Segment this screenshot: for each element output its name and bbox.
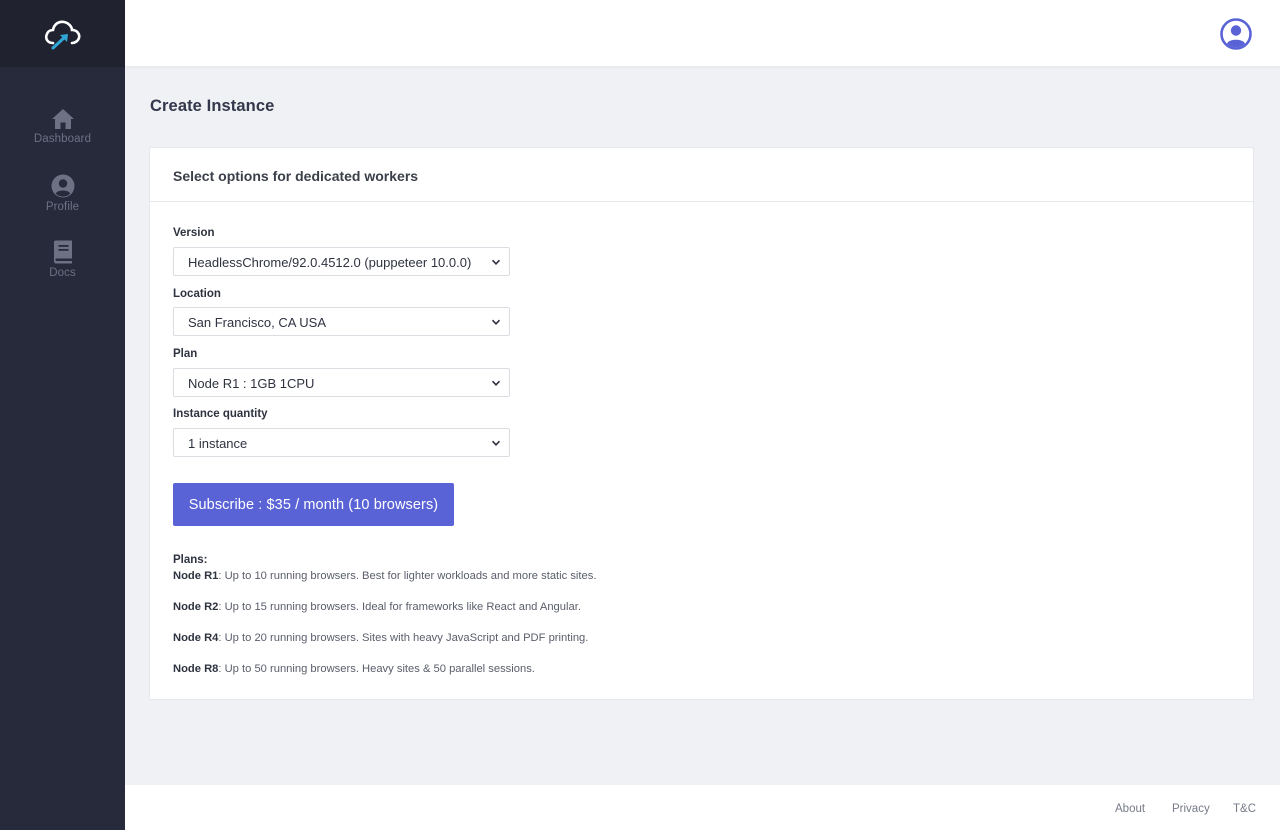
card-header: Select options for dedicated workers xyxy=(150,148,1253,202)
sidebar: Dashboard Profile Docs xyxy=(0,0,125,830)
plan-description: Node R1: Up to 10 running browsers. Best… xyxy=(173,570,596,582)
location-label: Location xyxy=(173,288,221,300)
plan-description: Node R4: Up to 20 running browsers. Site… xyxy=(173,632,588,644)
user-circle-icon xyxy=(51,174,74,198)
location-select[interactable]: San Francisco, CA USA xyxy=(173,307,510,336)
footer: About Privacy T&C xyxy=(125,785,1280,830)
version-select[interactable]: HeadlessChrome/92.0.4512.0 (puppeteer 10… xyxy=(173,247,510,276)
chevron-down-icon xyxy=(491,259,501,265)
plan-name: Node R2 xyxy=(173,601,219,613)
book-icon xyxy=(53,240,72,264)
create-instance-card: Select options for dedicated workers Ver… xyxy=(149,147,1254,700)
logo[interactable] xyxy=(0,0,125,67)
chevron-down-icon xyxy=(491,319,501,325)
sidebar-item-label: Docs xyxy=(49,267,76,279)
plans-title: Plans: xyxy=(173,554,208,566)
plan-detail: : Up to 10 running browsers. Best for li… xyxy=(218,570,597,582)
plan-name: Node R1 xyxy=(173,570,219,582)
chevron-down-icon xyxy=(491,440,501,446)
quantity-select[interactable]: 1 instance xyxy=(173,428,510,457)
plan-detail: : Up to 15 running browsers. Ideal for f… xyxy=(218,601,581,613)
footer-link-privacy[interactable]: Privacy xyxy=(1172,803,1210,815)
sidebar-item-profile[interactable]: Profile xyxy=(0,174,125,213)
subscribe-button[interactable]: Subscribe : $35 / month (10 browsers) xyxy=(173,483,454,526)
plan-detail: : Up to 50 running browsers. Heavy sites… xyxy=(218,663,535,675)
quantity-label: Instance quantity xyxy=(173,408,268,420)
plan-detail: : Up to 20 running browsers. Sites with … xyxy=(218,632,589,644)
sidebar-item-docs[interactable]: Docs xyxy=(0,240,125,279)
quantity-select-value: 1 instance xyxy=(188,436,248,451)
plan-name: Node R4 xyxy=(173,632,219,644)
version-select-value: HeadlessChrome/92.0.4512.0 (puppeteer 10… xyxy=(188,255,472,270)
plan-description: Node R2: Up to 15 running browsers. Idea… xyxy=(173,601,581,613)
version-label: Version xyxy=(173,227,215,239)
cloud-logo-icon xyxy=(44,20,80,49)
plan-select-value: Node R1 : 1GB 1CPU xyxy=(188,376,315,391)
sidebar-item-label: Profile xyxy=(45,201,80,213)
sidebar-item-label: Dashboard xyxy=(33,133,92,145)
plan-description: Node R8: Up to 50 running browsers. Heav… xyxy=(173,663,535,675)
plan-name: Node R8 xyxy=(173,663,219,675)
avatar-icon[interactable] xyxy=(1220,18,1252,50)
home-icon xyxy=(51,109,74,129)
top-bar xyxy=(125,0,1280,67)
page-title: Create Instance xyxy=(150,97,275,115)
footer-link-about[interactable]: About xyxy=(1115,803,1145,815)
plan-select[interactable]: Node R1 : 1GB 1CPU xyxy=(173,368,510,397)
sidebar-item-dashboard[interactable]: Dashboard xyxy=(0,108,125,145)
chevron-down-icon xyxy=(491,380,501,386)
location-select-value: San Francisco, CA USA xyxy=(188,315,326,330)
plan-label: Plan xyxy=(173,348,198,360)
footer-link-terms[interactable]: T&C xyxy=(1233,803,1256,815)
